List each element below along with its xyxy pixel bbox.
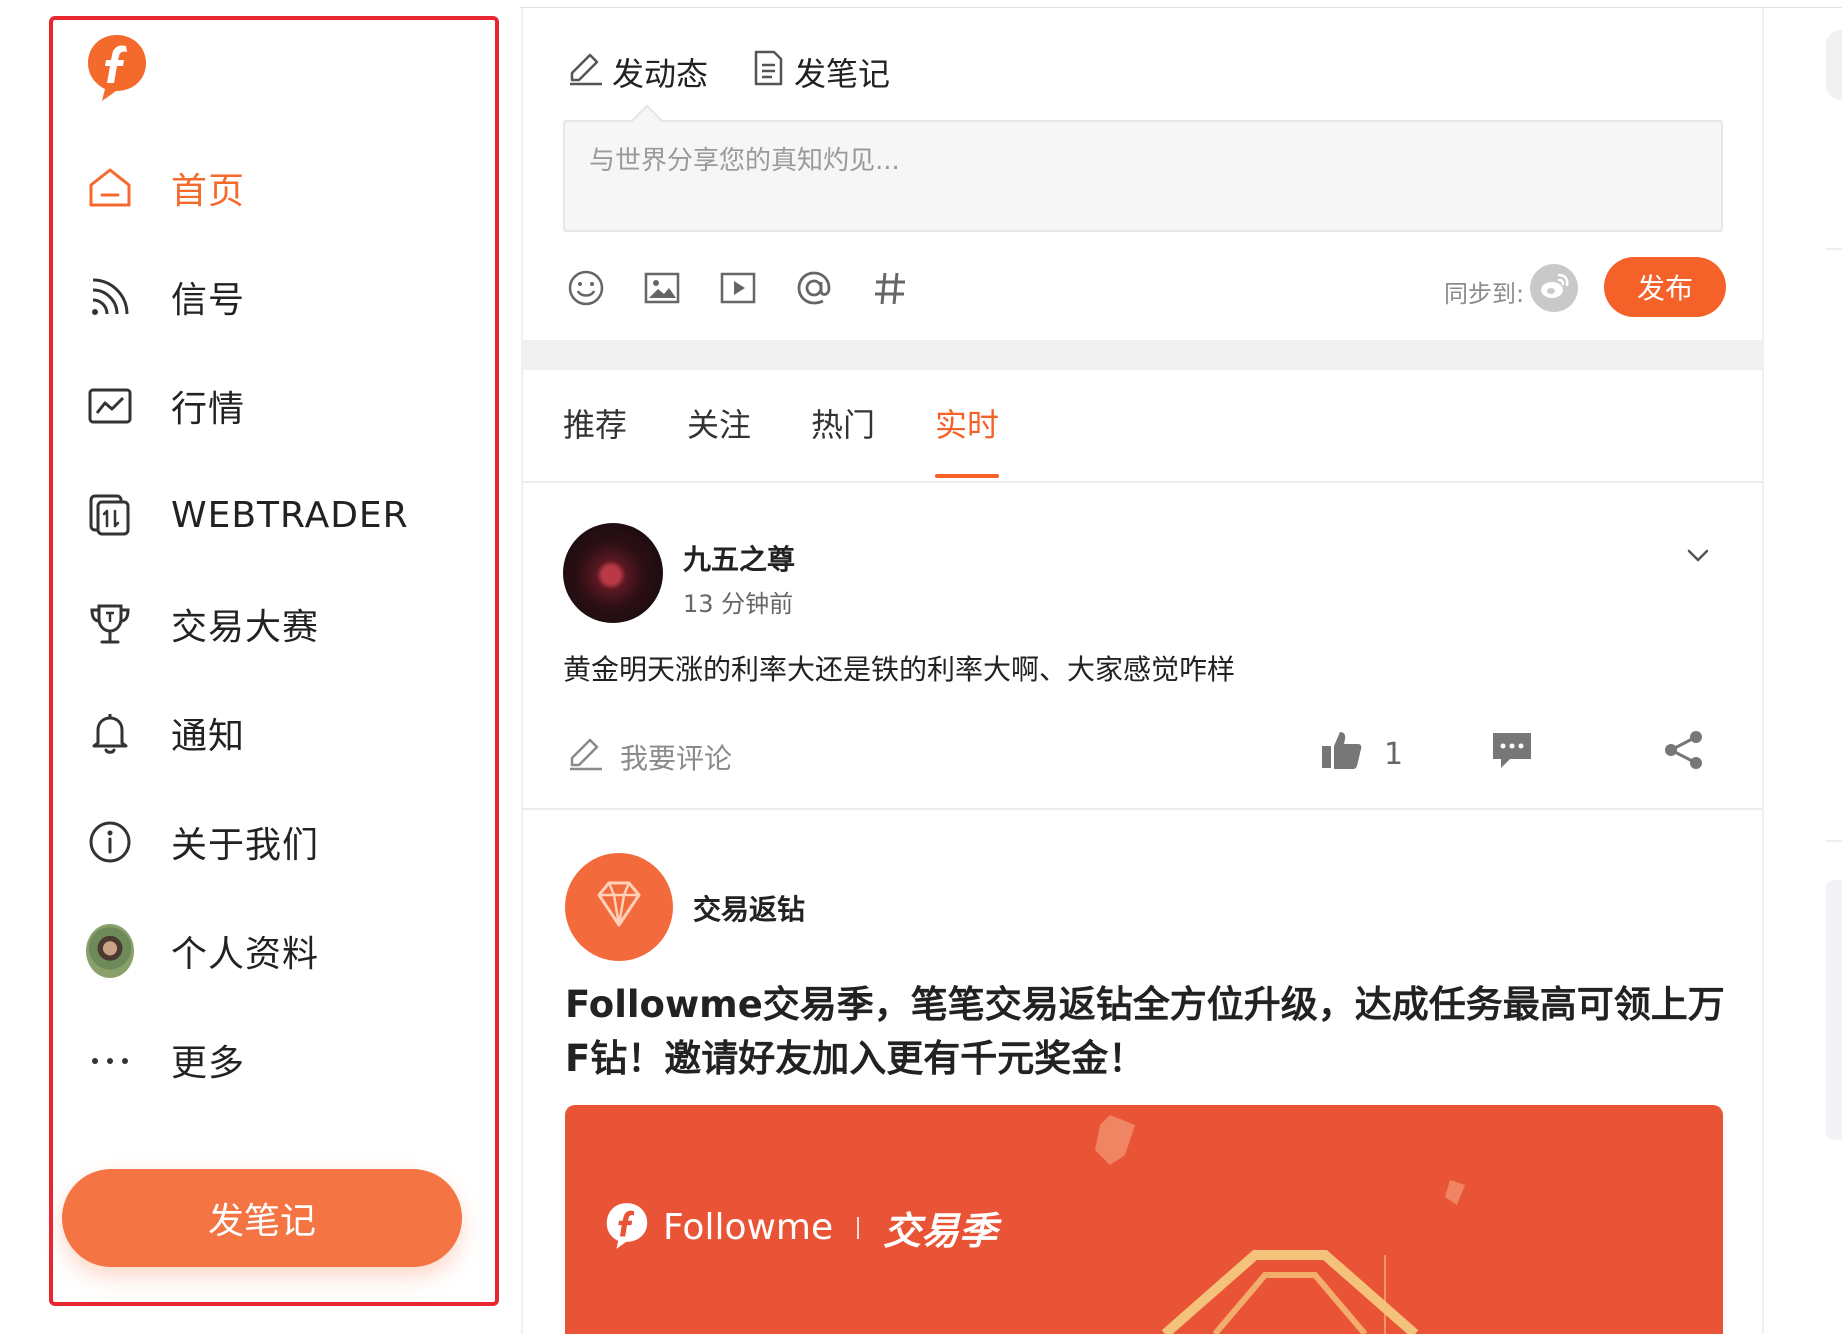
note-icon	[748, 48, 788, 96]
comment-icon[interactable]	[1490, 728, 1534, 776]
emoji-icon[interactable]	[566, 268, 606, 308]
post-author[interactable]: 九五之尊	[683, 538, 795, 578]
tab-popular[interactable]: 热门	[811, 400, 875, 478]
comment-placeholder: 我要评论	[620, 741, 733, 775]
chevron-down-icon[interactable]	[1680, 538, 1716, 574]
right-panel-card-edge	[1826, 880, 1842, 1140]
avatar[interactable]	[563, 523, 663, 623]
weibo-icon	[1537, 269, 1571, 307]
tab-following[interactable]: 关注	[687, 400, 751, 478]
avatar[interactable]	[565, 853, 673, 961]
weibo-sync-toggle[interactable]	[1530, 264, 1578, 312]
followme-logo	[605, 1201, 649, 1255]
sync-label: 同步到:	[1444, 280, 1525, 308]
tab-label: 发动态	[612, 55, 709, 93]
right-panel-edge	[1826, 30, 1842, 100]
post-author[interactable]: 交易返钻	[693, 888, 805, 928]
hashtag-icon[interactable]	[870, 268, 910, 308]
post-timestamp: 13 分钟前	[683, 590, 794, 618]
post-title[interactable]: Followme交易季，笔笔交易返钻全方位升级，达成任务最高可领上万F钻！邀请好…	[565, 978, 1725, 1086]
divider	[523, 808, 1762, 810]
banner-logo: Followme 交易季	[605, 1200, 997, 1255]
edit-icon	[566, 48, 606, 96]
like-button[interactable]: 1	[1320, 728, 1403, 780]
video-icon[interactable]	[718, 268, 758, 308]
sidebar-highlight-box	[49, 16, 499, 1306]
image-icon[interactable]	[642, 268, 682, 308]
tab-label: 发笔记	[794, 55, 891, 93]
feed-tabs: 推荐 关注 热门 实时	[563, 400, 1000, 478]
tab-recommended[interactable]: 推荐	[563, 400, 627, 478]
share-icon[interactable]	[1662, 728, 1706, 776]
thumbs-up-icon	[1320, 728, 1364, 780]
sidebar: 首页 信号 行情 WEBTRADER 交易大赛 通知 关于我们 个人资料 更多 …	[0, 0, 520, 1334]
composer-toolbar	[566, 268, 910, 308]
post-body: 黄金明天涨的利率大还是铁的利率大啊、大家感觉咋样	[563, 653, 1236, 686]
column-divider	[521, 8, 523, 1334]
column-divider	[1762, 8, 1764, 1334]
promo-banner[interactable]: Followme 交易季	[565, 1105, 1723, 1334]
banner-title: 交易季	[883, 1209, 998, 1253]
post-input[interactable]: 与世界分享您的真知灼见...	[563, 120, 1723, 232]
banner-brand: Followme	[663, 1207, 834, 1248]
comment-input[interactable]: 我要评论	[566, 733, 732, 780]
composer-tabs: 发动态 发笔记	[566, 48, 890, 96]
divider	[1826, 248, 1842, 250]
divider	[1826, 840, 1842, 842]
tab-post-status[interactable]: 发动态	[566, 48, 708, 96]
publish-button[interactable]: 发布	[1604, 257, 1726, 317]
section-spacer	[523, 340, 1762, 370]
at-icon[interactable]	[794, 268, 834, 308]
divider	[857, 1216, 860, 1239]
like-count: 1	[1384, 736, 1404, 772]
diamond-icon	[587, 873, 651, 941]
tab-realtime[interactable]: 实时	[935, 400, 1000, 478]
edit-icon	[566, 733, 606, 780]
tab-post-note[interactable]: 发笔记	[748, 48, 890, 96]
post-input-placeholder: 与世界分享您的真知灼见...	[589, 146, 900, 176]
divider	[523, 481, 1762, 483]
